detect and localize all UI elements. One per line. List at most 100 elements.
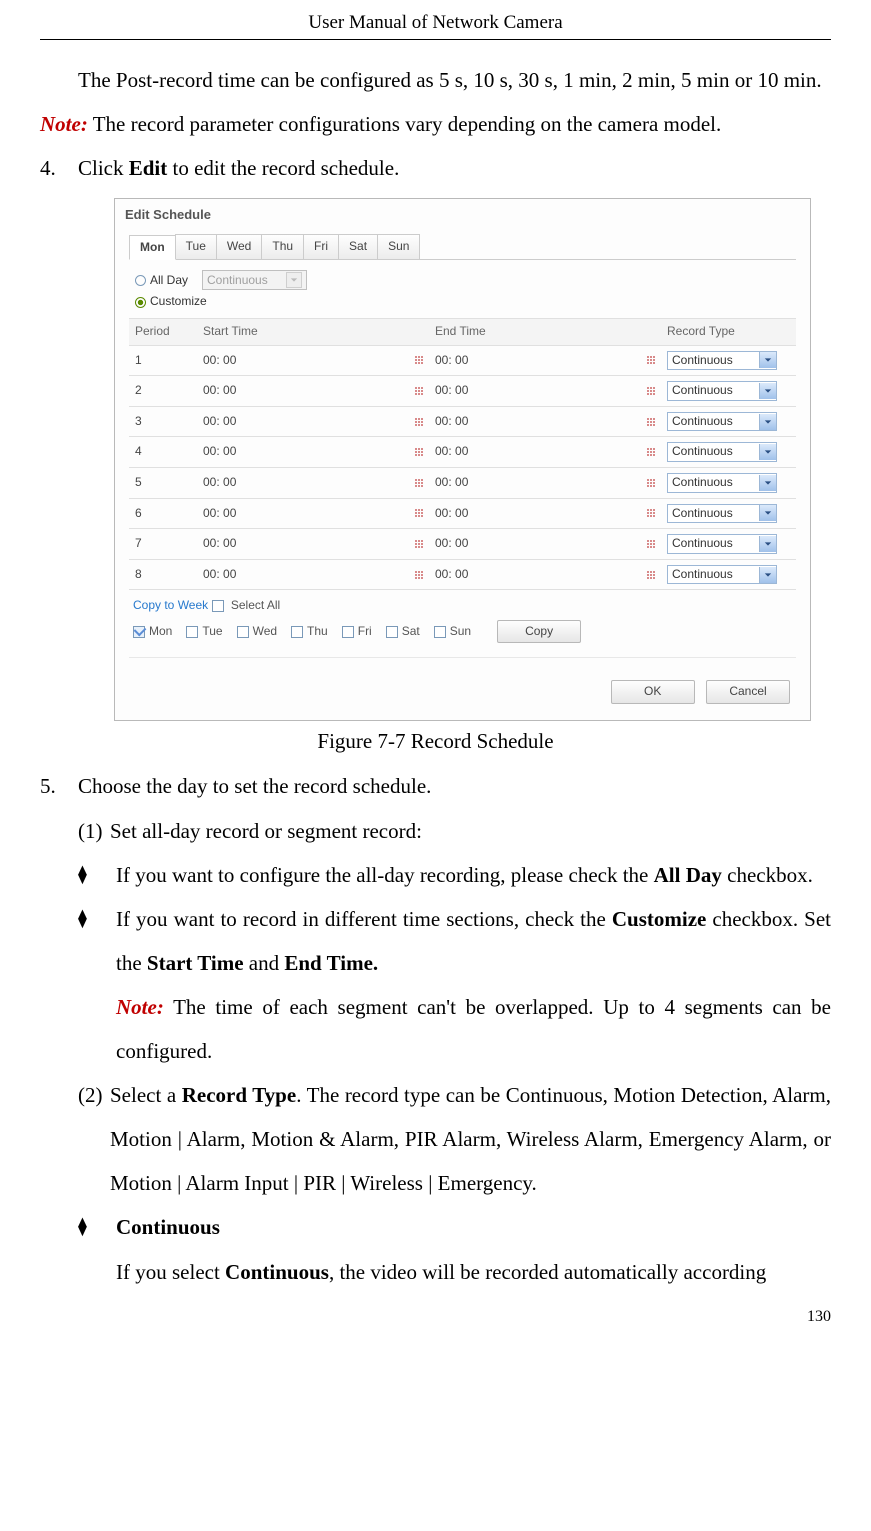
d3-a: If you select	[116, 1260, 225, 1284]
note-text: The record parameter configurations vary…	[88, 112, 721, 136]
time-grip-icon[interactable]	[645, 354, 657, 366]
record-type-select[interactable]: Continuous	[667, 381, 777, 401]
figure-edit-schedule: Edit Schedule MonTueWedThuFriSatSun All …	[114, 198, 831, 721]
record-type-select[interactable]: Continuous	[667, 473, 777, 493]
time-grip-icon[interactable]	[645, 507, 657, 519]
cell-period: 7	[129, 529, 197, 560]
cell-end-time[interactable]: 00: 00	[429, 406, 661, 437]
time-grip-icon[interactable]	[413, 354, 425, 366]
table-row: 800: 0000: 00Continuous	[129, 559, 796, 590]
time-grip-icon[interactable]	[413, 569, 425, 581]
table-row: 300: 0000: 00Continuous	[129, 406, 796, 437]
cell-start-time[interactable]: 00: 00	[197, 376, 429, 407]
cell-period: 4	[129, 437, 197, 468]
cell-end-time[interactable]: 00: 00	[429, 376, 661, 407]
cell-start-time[interactable]: 00: 00	[197, 498, 429, 529]
continuous-label: Continuous	[116, 1215, 220, 1239]
cell-end-time[interactable]: 00: 00	[429, 529, 661, 560]
d1-c: checkbox.	[722, 863, 813, 887]
record-type-select[interactable]: Continuous	[667, 351, 777, 371]
diamond-icon: ⧫	[78, 1205, 116, 1249]
s5-2-a: Select a	[110, 1083, 182, 1107]
tab-tue[interactable]: Tue	[175, 234, 217, 260]
time-grip-icon[interactable]	[413, 416, 425, 428]
time-grip-icon[interactable]	[645, 446, 657, 458]
chevron-down-icon[interactable]	[759, 414, 776, 430]
tab-thu[interactable]: Thu	[261, 234, 304, 260]
cell-start-time[interactable]: 00: 00	[197, 345, 429, 376]
chevron-down-icon[interactable]	[759, 567, 776, 583]
cell-period: 2	[129, 376, 197, 407]
chevron-down-icon[interactable]	[759, 536, 776, 552]
tab-sun[interactable]: Sun	[377, 234, 420, 260]
time-grip-icon[interactable]	[413, 477, 425, 489]
th-record-type: Record Type	[661, 318, 796, 345]
d3-c: , the video will be recorded automatical…	[329, 1260, 766, 1284]
time-grip-icon[interactable]	[413, 385, 425, 397]
chevron-down-icon[interactable]	[759, 383, 776, 399]
tab-mon[interactable]: Mon	[129, 235, 176, 261]
cell-end-time[interactable]: 00: 00	[429, 559, 661, 590]
time-grip-icon[interactable]	[645, 569, 657, 581]
day-checkbox-fri[interactable]: Fri	[342, 624, 372, 640]
time-grip-icon[interactable]	[645, 477, 657, 489]
step-5-1-text: Set all-day record or segment record:	[110, 809, 831, 853]
day-tabs: MonTueWedThuFriSatSun	[129, 234, 796, 261]
cell-record-type: Continuous	[661, 345, 796, 376]
bullet-customize-note: Note: The time of each segment can't be …	[116, 985, 831, 1073]
day-checkbox-sat[interactable]: Sat	[386, 624, 420, 640]
chevron-down-icon[interactable]	[759, 352, 776, 368]
chevron-down-icon[interactable]	[759, 475, 776, 491]
copy-button[interactable]: Copy	[497, 620, 581, 644]
time-grip-icon[interactable]	[645, 385, 657, 397]
cell-end-time[interactable]: 00: 00	[429, 498, 661, 529]
cell-start-time[interactable]: 00: 00	[197, 529, 429, 560]
d1-a: If you want to configure the all-day rec…	[116, 863, 654, 887]
step-5-number: 5.	[40, 764, 78, 808]
day-checkbox-mon[interactable]: Mon	[133, 624, 172, 640]
time-grip-icon[interactable]	[413, 446, 425, 458]
record-type-select[interactable]: Continuous	[667, 504, 777, 524]
record-type-select[interactable]: Continuous	[667, 565, 777, 585]
cell-start-time[interactable]: 00: 00	[197, 559, 429, 590]
d2-b: Customize	[612, 907, 706, 931]
time-grip-icon[interactable]	[413, 538, 425, 550]
select-all-label: Select All	[231, 598, 280, 612]
cell-start-time[interactable]: 00: 00	[197, 406, 429, 437]
table-row: 200: 0000: 00Continuous	[129, 376, 796, 407]
chevron-down-icon[interactable]	[759, 444, 776, 460]
cell-end-time[interactable]: 00: 00	[429, 467, 661, 498]
radio-all-day[interactable]: All Day	[135, 273, 188, 289]
step-5-text: Choose the day to set the record schedul…	[78, 764, 831, 808]
step-4-text-a: Click	[78, 156, 129, 180]
step-4: 4. Click Edit to edit the record schedul…	[40, 146, 831, 190]
day-checkbox-wed[interactable]: Wed	[237, 624, 277, 640]
note-line: Note: The record parameter configuration…	[40, 102, 831, 146]
ok-button[interactable]: OK	[611, 680, 695, 704]
day-checkbox-tue[interactable]: Tue	[186, 624, 222, 640]
time-grip-icon[interactable]	[645, 538, 657, 550]
step-4-edit: Edit	[129, 156, 168, 180]
radio-customize[interactable]: Customize	[135, 294, 207, 308]
select-all-checkbox[interactable]	[212, 600, 224, 612]
cell-start-time[interactable]: 00: 00	[197, 467, 429, 498]
record-type-select[interactable]: Continuous	[667, 534, 777, 554]
tab-sat[interactable]: Sat	[338, 234, 378, 260]
cell-start-time[interactable]: 00: 00	[197, 437, 429, 468]
record-type-select[interactable]: Continuous	[667, 412, 777, 432]
schedule-table: Period Start Time End Time Record Type 1…	[129, 318, 796, 590]
d3-b: Continuous	[225, 1260, 329, 1284]
cell-end-time[interactable]: 00: 00	[429, 437, 661, 468]
day-checkbox-thu[interactable]: Thu	[291, 624, 328, 640]
tab-wed[interactable]: Wed	[216, 234, 262, 260]
day-checkbox-sun[interactable]: Sun	[434, 624, 471, 640]
cell-end-time[interactable]: 00: 00	[429, 345, 661, 376]
tab-fri[interactable]: Fri	[303, 234, 339, 260]
time-grip-icon[interactable]	[645, 416, 657, 428]
cancel-button[interactable]: Cancel	[706, 680, 790, 704]
radio-all-day-label: All Day	[150, 273, 188, 287]
time-grip-icon[interactable]	[413, 507, 425, 519]
record-type-select[interactable]: Continuous	[667, 442, 777, 462]
chevron-down-icon[interactable]	[759, 505, 776, 521]
table-row: 400: 0000: 00Continuous	[129, 437, 796, 468]
